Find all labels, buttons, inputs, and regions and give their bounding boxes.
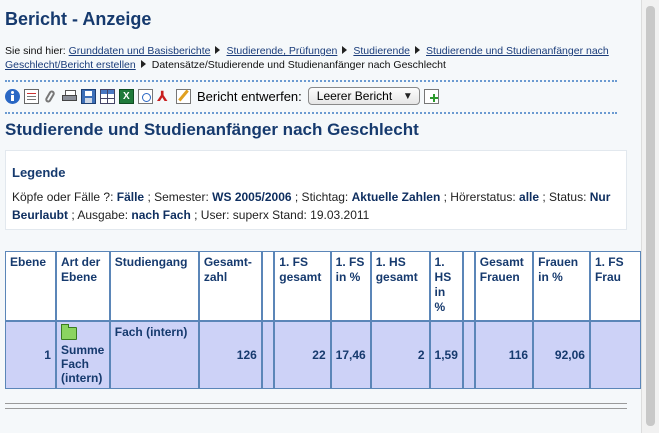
cell-art-der-ebene[interactable]: Summe Fach (intern) (55, 321, 110, 389)
cell-1fs-gesamt: 22 (274, 321, 331, 389)
breadcrumb-link-studierende[interactable]: Studierende (353, 45, 410, 57)
cell-1fs-pct: 17,46 (330, 321, 371, 389)
cell-studiengang: Fach (intern) (109, 321, 199, 389)
cell-blank (261, 321, 275, 389)
column-header-gesamt-frauen[interactable]: Gesamt Frauen (474, 251, 534, 321)
legend-label: ; Semester: (147, 190, 209, 204)
legend-label: Köpfe oder Fälle ?: (12, 190, 114, 204)
breadcrumb-arrow-icon (215, 46, 221, 54)
legend-box: Legende Köpfe oder Fälle ?: Fälle ; Seme… (5, 150, 627, 230)
legend-value: WS 2005/2006 (212, 190, 292, 204)
legend-value: Fälle (116, 190, 145, 204)
cell-ebene: 1 (5, 321, 56, 389)
print-icon[interactable] (62, 89, 77, 104)
report-heading: Studierende und Studienanfänger nach Ges… (5, 120, 419, 139)
breadcrumb-arrow-icon (415, 46, 421, 54)
report-toolbar: X ⅄ Bericht entwerfen: Leerer Bericht ▼ (5, 86, 443, 106)
breadcrumb-prefix: Sie sind hier: (5, 45, 66, 57)
page-title: Bericht - Anzeige (5, 9, 152, 29)
column-header-frauen-pct[interactable]: Frauen in % (533, 251, 590, 321)
column-header-1fs-frauen[interactable]: 1. FS Frau (589, 251, 641, 321)
document-icon[interactable] (24, 88, 39, 104)
column-header-1hs-gesamt[interactable]: 1. HS gesamt (370, 251, 430, 321)
breadcrumb-arrow-icon (342, 46, 348, 54)
cell-blank (462, 321, 475, 389)
save-icon[interactable] (81, 88, 96, 104)
excel-icon[interactable]: X (119, 88, 134, 104)
new-report-icon[interactable] (423, 88, 439, 104)
legend-title: Legende (12, 165, 66, 180)
report-design-label: Bericht entwerfen: (197, 88, 302, 104)
report-table: Ebene Art der Ebene Studiengang Gesamt-z… (5, 251, 641, 389)
column-header-art-der-ebene[interactable]: Art der Ebene (55, 251, 110, 321)
legend-label: ; Hörerstatus: (443, 190, 516, 204)
edit-icon[interactable] (176, 88, 191, 104)
export-icon[interactable] (138, 88, 153, 104)
column-header-studiengang[interactable]: Studiengang (109, 251, 199, 321)
cell-1fs-frauen (589, 321, 641, 389)
pdf-icon[interactable]: ⅄ (157, 88, 172, 104)
divider (5, 112, 617, 114)
column-header-1hs-pct[interactable]: 1. HS in % (429, 251, 463, 321)
horizontal-scrollbar[interactable] (5, 403, 627, 409)
cell-frauen-pct: 92,06 (533, 321, 590, 389)
legend-value: alle (519, 190, 540, 204)
column-header-gesamtzahl[interactable]: Gesamt-zahl (198, 251, 262, 321)
column-header-1fs-pct[interactable]: 1. FS in % (330, 251, 371, 321)
legend-label: ; Stichtag: (294, 190, 349, 204)
chevron-down-icon: ▼ (402, 91, 413, 102)
table-row: 1 Summe Fach (intern) Fach (intern) 126 … (5, 321, 641, 389)
breadcrumb-link-studierende-pruefungen[interactable]: Studierende, Prüfungen (226, 45, 337, 57)
report-template-select[interactable]: Leerer Bericht ▼ (307, 87, 420, 105)
breadcrumb-current: Datensätze/Studierende und Studienanfäng… (151, 59, 446, 71)
paperclip-icon[interactable] (43, 88, 58, 104)
breadcrumb-link-grunddaten[interactable]: Grunddaten und Basisberichte (69, 45, 211, 57)
folder-icon[interactable] (60, 324, 77, 340)
cell-art-text: Summe Fach (intern) (60, 343, 105, 385)
cell-gesamtzahl: 126 (198, 321, 262, 389)
report-page: Bericht - Anzeige Sie sind hier: Grundda… (0, 0, 641, 433)
column-header-ebene[interactable]: Ebene (5, 251, 56, 321)
cell-1hs-gesamt: 2 (370, 321, 430, 389)
column-header-1fs-gesamt[interactable]: 1. FS gesamt (274, 251, 331, 321)
column-header-blank (462, 251, 475, 321)
scrollbar-thumb[interactable] (646, 6, 655, 426)
table-icon[interactable] (100, 88, 115, 104)
breadcrumb-arrow-icon (140, 60, 146, 68)
cell-1hs-pct: 1,59 (429, 321, 463, 389)
info-icon[interactable] (5, 88, 20, 104)
report-template-value: Leerer Bericht (316, 89, 393, 103)
legend-value: nach Fach (131, 208, 191, 222)
legend-label: ; Ausgabe: (71, 208, 129, 222)
legend-tail: ; User: superx Stand: 19.03.2011 (194, 208, 370, 222)
divider (5, 80, 617, 82)
vertical-scrollbar[interactable] (641, 0, 659, 433)
legend-value: Aktuelle Zahlen (351, 190, 441, 204)
cell-gesamt-frauen: 116 (474, 321, 534, 389)
column-header-blank (261, 251, 275, 321)
breadcrumb: Sie sind hier: Grunddaten und Basisberic… (5, 44, 627, 72)
legend-label: ; Status: (542, 190, 587, 204)
legend-text: Köpfe oder Fälle ?: Fälle ; Semester: WS… (12, 188, 622, 224)
table-header-row: Ebene Art der Ebene Studiengang Gesamt-z… (5, 251, 641, 321)
